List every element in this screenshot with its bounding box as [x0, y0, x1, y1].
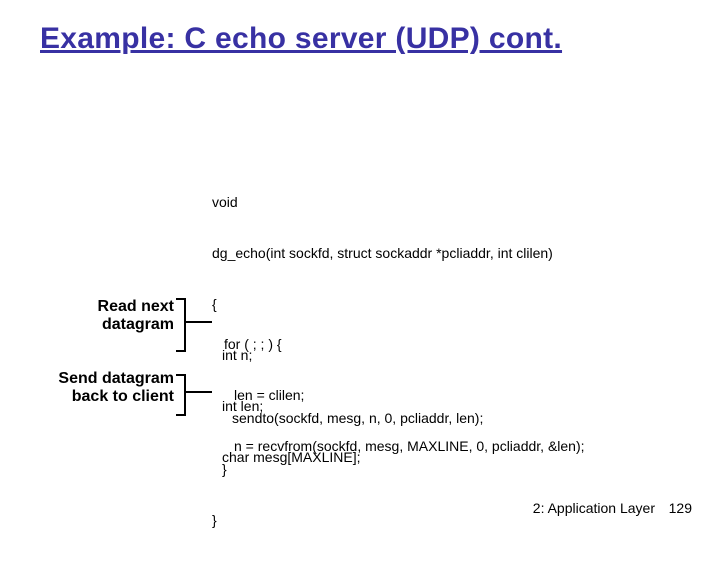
code-line: }: [212, 461, 483, 478]
code-line: dg_echo(int sockfd, struct sockaddr *pcl…: [212, 245, 553, 262]
annotation-read-datagram: Read next datagram: [74, 298, 174, 334]
code-line: for ( ; ; ) {: [224, 336, 585, 353]
bracket-icon: [176, 298, 186, 352]
annotation-send-datagram: Send datagram back to client: [44, 370, 174, 406]
page-number: 129: [669, 500, 692, 516]
code-line: }: [212, 512, 483, 529]
bracket-line-icon: [184, 391, 212, 393]
slide-title: Example: C echo server (UDP) cont.: [40, 22, 562, 56]
slide: Example: C echo server (UDP) cont. void …: [0, 0, 720, 540]
bracket-icon: [176, 374, 186, 416]
code-line: void: [212, 194, 553, 211]
code-block-send: sendto(sockfd, mesg, n, 0, pcliaddr, len…: [212, 376, 483, 563]
bracket-line-icon: [184, 321, 212, 323]
code-line: sendto(sockfd, mesg, n, 0, pcliaddr, len…: [212, 410, 483, 427]
footer-section: 2: Application Layer: [533, 500, 655, 516]
